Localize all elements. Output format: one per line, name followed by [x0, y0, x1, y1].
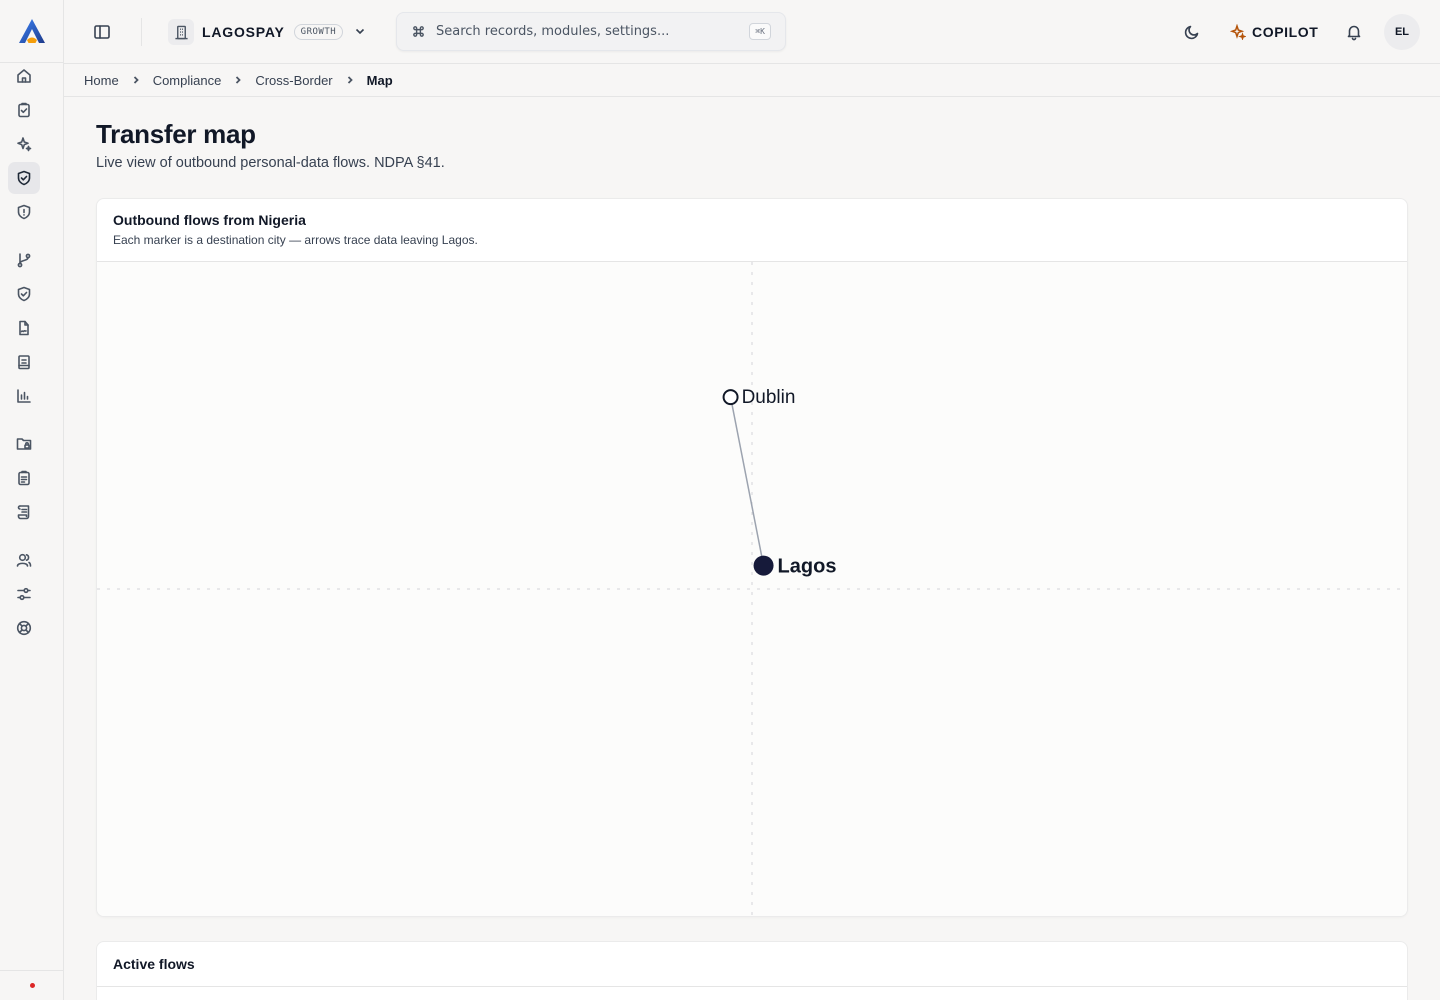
chevron-down-icon — [353, 23, 367, 42]
panel-left-icon — [94, 25, 110, 39]
flow-route-dublin[interactable] — [729, 396, 765, 566]
map-card-header: Outbound flows from Nigeria Each marker … — [97, 199, 1407, 262]
nav-policies[interactable] — [8, 278, 40, 310]
nav-tasks[interactable] — [8, 94, 40, 126]
breadcrumb-current: Map — [366, 72, 393, 88]
chevron-right-icon — [221, 75, 255, 85]
nav-people[interactable] — [8, 544, 40, 576]
search-input[interactable] — [436, 24, 750, 39]
nav-records[interactable] — [8, 346, 40, 378]
nav-security[interactable] — [8, 196, 40, 228]
nav-documents[interactable] — [8, 312, 40, 344]
user-avatar[interactable]: EL — [1384, 14, 1420, 50]
notifications-button[interactable] — [1344, 22, 1364, 42]
breadcrumb-home[interactable]: Home — [84, 73, 119, 88]
destination-label-dublin: Dublin — [742, 387, 796, 408]
clipboard-check-icon — [18, 102, 30, 118]
active-flows-card: Active flows — [96, 941, 1408, 1000]
nav-settings[interactable] — [8, 578, 40, 610]
page-title: Transfer map — [96, 119, 256, 149]
sidebar-toggle-button[interactable] — [92, 22, 112, 42]
destination-marker-dublin[interactable] — [722, 389, 739, 406]
map-card-title: Outbound flows from Nigeria — [113, 212, 306, 228]
moon-icon — [1184, 25, 1199, 40]
building-icon — [174, 25, 188, 39]
clipboard-list-icon — [18, 470, 30, 486]
transfer-map-card: Outbound flows from Nigeria Each marker … — [96, 198, 1408, 917]
notebook-icon — [18, 355, 30, 370]
scroll-text-icon — [17, 505, 30, 520]
breadcrumb-compliance[interactable]: Compliance — [153, 73, 222, 88]
life-buoy-icon — [16, 620, 32, 636]
folder-lock-icon — [16, 438, 32, 450]
workspace-name: LAGOSPAY — [202, 24, 285, 40]
git-branch-icon — [17, 253, 31, 268]
shield-alert-icon — [17, 204, 31, 220]
copilot-label: COPILOT — [1252, 24, 1319, 40]
sidebar — [0, 0, 64, 1000]
workspace-icon — [168, 19, 194, 45]
command-icon — [411, 24, 427, 40]
breadcrumb-cross-border[interactable]: Cross-Border — [255, 73, 332, 88]
bar-chart-icon — [17, 389, 31, 403]
page-subtitle: Live view of outbound personal-data flow… — [96, 155, 445, 171]
shield-check-icon — [17, 170, 31, 186]
users-icon — [16, 553, 32, 567]
nav-audit-log[interactable] — [8, 496, 40, 528]
file-signature-icon — [19, 320, 29, 336]
status-dot — [30, 983, 35, 988]
nav-vault[interactable] — [8, 428, 40, 460]
sidebar-footer — [0, 970, 63, 1000]
theme-toggle-button[interactable] — [1182, 22, 1202, 42]
map-canvas: Dublin Lagos — [97, 262, 1407, 916]
sliders-icon — [17, 587, 31, 601]
nav-reports[interactable] — [8, 380, 40, 412]
plan-badge: GROWTH — [293, 24, 344, 40]
nav-workflows[interactable] — [8, 244, 40, 276]
home-icon — [17, 69, 31, 83]
workspace-switcher[interactable]: LAGOSPAY GROWTH — [168, 18, 367, 46]
topbar-divider — [141, 18, 142, 46]
global-search[interactable]: ⌘K — [396, 12, 786, 51]
shield-tick-icon — [17, 286, 31, 302]
chevron-right-icon — [119, 75, 153, 85]
chevron-right-icon — [333, 75, 367, 85]
origin-label-lagos: Lagos — [778, 556, 837, 578]
search-shortcut-hint: ⌘K — [749, 23, 771, 40]
active-flows-header: Active flows — [97, 942, 1407, 987]
top-bar: LAGOSPAY GROWTH ⌘K COPILOT EL — [64, 0, 1440, 64]
nav-ai[interactable] — [8, 128, 40, 160]
nav-home[interactable] — [8, 60, 40, 92]
app-logo[interactable] — [0, 0, 63, 63]
nav-checklists[interactable] — [8, 462, 40, 494]
nav-compliance[interactable] — [8, 162, 40, 194]
nav-help[interactable] — [8, 612, 40, 644]
logo-mark-icon — [18, 19, 45, 43]
breadcrumb: Home Compliance Cross-Border Map — [64, 64, 1440, 97]
sparkles-icon — [17, 137, 32, 152]
bell-icon — [1347, 25, 1361, 41]
transfer-map[interactable]: Dublin Lagos — [97, 262, 1407, 916]
map-card-description: Each marker is a destination city — arro… — [113, 233, 478, 247]
origin-marker-lagos[interactable] — [753, 555, 774, 576]
copilot-button[interactable]: COPILOT — [1230, 20, 1318, 44]
active-flows-title: Active flows — [113, 956, 195, 972]
sparkles-icon — [1230, 24, 1246, 40]
